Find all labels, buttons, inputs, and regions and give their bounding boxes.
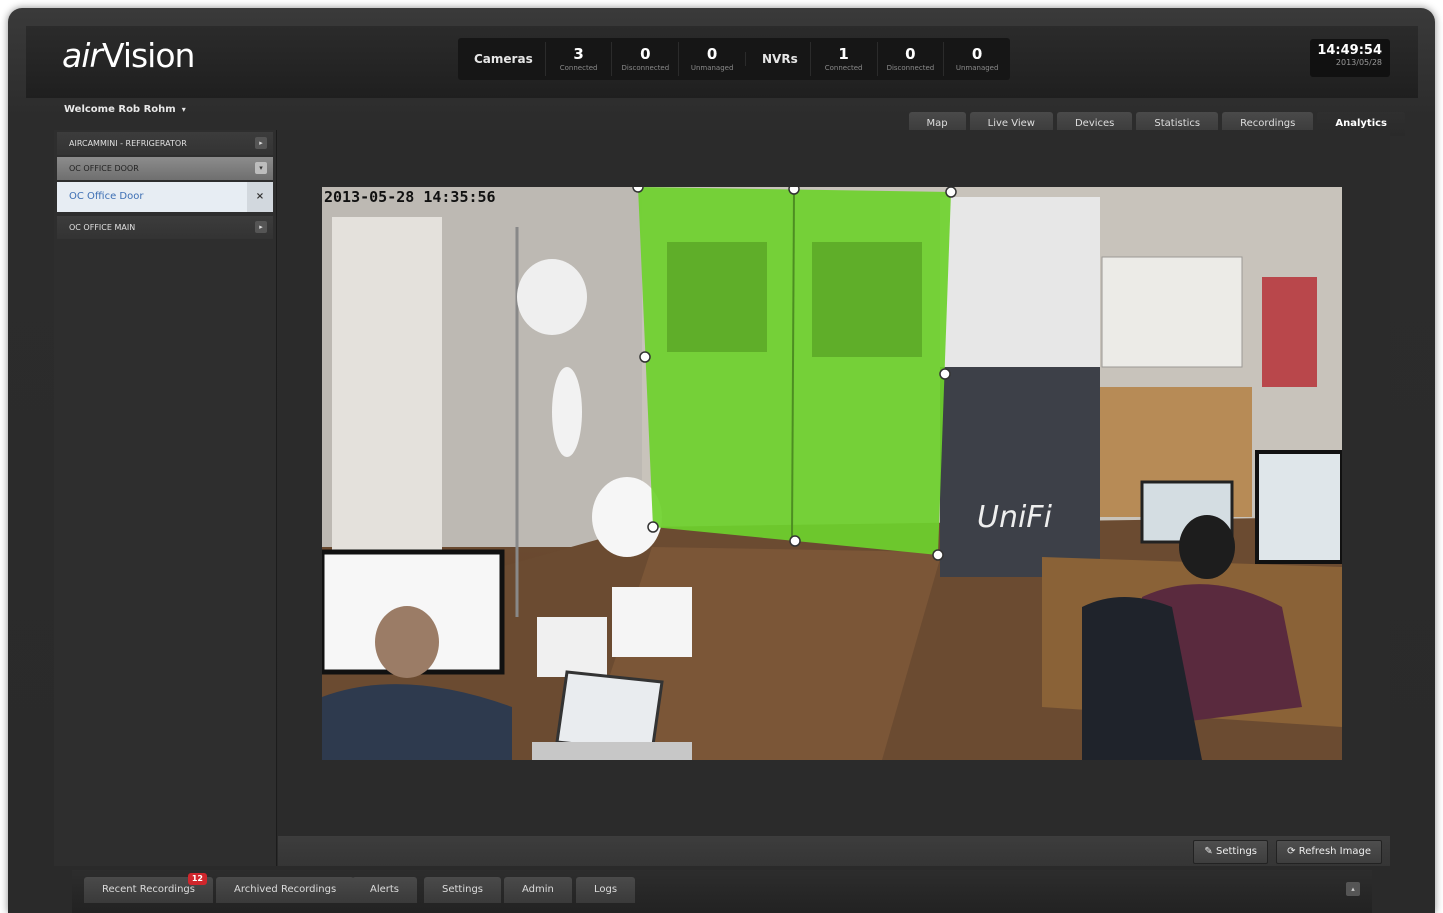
tab-recent-recordings-label: Recent Recordings <box>102 884 195 895</box>
tab-recent-recordings[interactable]: Recent Recordings 12 <box>84 873 213 903</box>
nvrs-unmanaged-label: Unmanaged <box>955 64 999 72</box>
chevron-down-icon: ▾ <box>181 105 186 114</box>
tab-settings[interactable]: Settings <box>424 877 502 903</box>
header-bar: airVision Cameras 3 Connected 0 Disconne… <box>26 26 1418 98</box>
cameras-unmanaged-label: Unmanaged <box>690 64 734 72</box>
expand-icon[interactable]: ▸ <box>255 137 267 149</box>
camera-item-refrigerator[interactable]: AIRCAMMINI - REFRIGERATOR ▸ <box>57 132 273 155</box>
tab-alerts[interactable]: Alerts <box>352 877 418 903</box>
recordings-count-badge: 12 <box>187 873 207 885</box>
camera-item-office-door[interactable]: OC OFFICE DOOR ▾ <box>57 157 273 180</box>
logo-vision: Vision <box>101 36 195 75</box>
camera-item-label: AIRCAMMINI - REFRIGERATOR <box>69 139 187 148</box>
nvrs-connected: 1 Connected <box>809 42 877 76</box>
camera-snapshot[interactable]: UniFi 2013-05-28 14:35:56 <box>322 187 1342 760</box>
cameras-disconnected-count: 0 <box>640 45 651 63</box>
nvrs-unmanaged-count: 0 <box>971 45 983 63</box>
settings-button-label: Settings <box>1215 846 1257 857</box>
unifi-banner-text: UniFi <box>977 500 1053 535</box>
tab-admin[interactable]: Admin <box>504 877 572 903</box>
cameras-connected-count: 3 <box>573 45 584 63</box>
analytics-panel: UniFi 2013-05-28 14:35:56 <box>278 130 1390 866</box>
settings-button[interactable]: ✎ Settings <box>1193 840 1268 864</box>
cameras-label: Cameras <box>474 52 533 66</box>
refresh-button-label: Refresh Image <box>1298 846 1371 857</box>
clock-time: 14:49:54 <box>1317 43 1382 58</box>
refresh-image-button[interactable]: ⟳ Refresh Image <box>1276 840 1382 864</box>
clock-date: 2013/05/28 <box>1335 58 1382 67</box>
camera-subitem-label: OC Office Door <box>69 191 144 202</box>
camera-item-office-main[interactable]: OC OFFICE MAIN ▸ <box>57 216 273 239</box>
airvision-logo: airVision <box>62 36 195 75</box>
tab-logs[interactable]: Logs <box>576 877 636 903</box>
nvrs-disconnected-label: Disconnected <box>886 64 935 72</box>
clock: 14:49:54 2013/05/28 <box>1310 39 1390 77</box>
nvrs-connected-label: Connected <box>824 64 863 72</box>
cameras-unmanaged-count: 0 <box>706 45 718 63</box>
close-icon[interactable]: × <box>247 182 273 212</box>
nvrs-unmanaged: 0 Unmanaged <box>943 42 1010 76</box>
footer-bar: Recent Recordings 12 Archived Recordings… <box>72 870 1372 913</box>
camera-list-sidebar: AIRCAMMINI - REFRIGERATOR ▸ OC OFFICE DO… <box>54 130 277 866</box>
cameras-disconnected-label: Disconnected <box>621 64 670 72</box>
status-summary: Cameras 3 Connected 0 Disconnected 0 Unm… <box>458 38 1010 80</box>
welcome-text: Welcome Rob Rohm <box>64 104 176 115</box>
tab-archived-recordings[interactable]: Archived Recordings <box>216 877 355 903</box>
expand-icon[interactable]: ▸ <box>255 221 267 233</box>
nvrs-disconnected-count: 0 <box>905 45 916 63</box>
snapshot-toolbar: ✎ Settings ⟳ Refresh Image <box>278 836 1390 866</box>
collapse-footer-icon[interactable]: ▴ <box>1346 882 1360 896</box>
camera-item-label: OC OFFICE MAIN <box>69 223 136 232</box>
camera-scene: UniFi 2013-05-28 14:35:56 <box>322 187 1342 760</box>
nvrs-disconnected: 0 Disconnected <box>876 42 944 76</box>
refresh-icon: ⟳ <box>1287 846 1296 857</box>
user-menu[interactable]: Welcome Rob Rohm ▾ <box>64 104 186 115</box>
camera-subitem-office-door[interactable]: OC Office Door × <box>57 182 273 212</box>
cameras-disconnected: 0 Disconnected <box>611 42 678 76</box>
camera-item-label: OC OFFICE DOOR <box>69 164 139 173</box>
app-window: airVision Cameras 3 Connected 0 Disconne… <box>8 8 1435 913</box>
camera-timestamp: 2013-05-28 14:35:56 <box>324 188 496 206</box>
nvrs-label: NVRs <box>745 52 810 66</box>
collapse-icon[interactable]: ▾ <box>255 162 267 174</box>
cameras-connected: 3 Connected <box>544 42 612 76</box>
wrench-icon: ✎ <box>1204 846 1213 857</box>
logo-air: air <box>62 36 103 75</box>
cameras-unmanaged: 0 Unmanaged <box>678 42 745 76</box>
cameras-connected-label: Connected <box>559 64 598 72</box>
nvrs-connected-count: 1 <box>838 45 849 63</box>
